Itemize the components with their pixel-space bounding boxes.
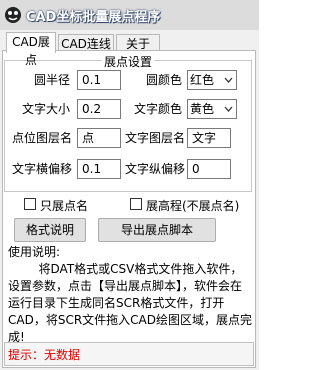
- text-offset-x-label: 文字横偏移: [12, 162, 73, 176]
- text-layer-label: 文字图层名: [125, 131, 186, 145]
- circle-radius-input[interactable]: 0.1: [77, 70, 121, 90]
- only-points-label[interactable]: 只展点名: [40, 197, 88, 214]
- only-points-checkbox[interactable]: [24, 198, 36, 210]
- instructions-body: 将DAT格式或CSV格式文件拖入软件，设置参数，点击【导出展点脚本】，软件会在运…: [8, 262, 252, 344]
- format-help-button[interactable]: 格式说明: [14, 218, 86, 242]
- elevation-label[interactable]: 展高程(不展点名): [146, 197, 239, 214]
- text-offset-y-label: 文字纵偏移: [125, 162, 186, 176]
- instructions-title: 使用说明:: [8, 245, 61, 259]
- text-color-select[interactable]: 黄色: [187, 99, 237, 119]
- chevron-down-icon[interactable]: [221, 100, 235, 118]
- point-layer-input[interactable]: 点: [77, 128, 121, 148]
- chevron-down-icon[interactable]: [221, 71, 235, 89]
- tab-cad-points[interactable]: CAD展点: [6, 32, 56, 67]
- text-color-value: 黄色: [190, 102, 215, 116]
- circle-color-label: 圆颜色: [146, 73, 183, 87]
- window-title: CAD坐标批量展点程序: [26, 10, 161, 25]
- text-size-label: 文字大小: [22, 102, 71, 116]
- circle-radius-label: 圆半径: [34, 73, 71, 87]
- text-offset-y-input[interactable]: 0: [187, 159, 231, 179]
- export-script-button[interactable]: 导出展点脚本: [98, 218, 216, 242]
- circle-color-select[interactable]: 红色: [187, 70, 237, 90]
- instructions: 使用说明: 将DAT格式或CSV格式文件拖入软件，设置参数，点击【导出展点脚本】…: [8, 244, 252, 346]
- elevation-checkbox[interactable]: [130, 198, 142, 210]
- title-bar[interactable]: CAD坐标批量展点程序: [0, 0, 259, 30]
- text-size-input[interactable]: 0.2: [77, 99, 121, 119]
- circle-color-value: 红色: [190, 73, 215, 87]
- text-color-label: 文字颜色: [134, 102, 183, 116]
- app-icon: [5, 7, 21, 23]
- point-layer-label: 点位图层名: [12, 131, 73, 145]
- settings-group-title: 展点设置: [102, 53, 155, 70]
- text-layer-input[interactable]: 文字: [187, 128, 231, 148]
- text-offset-x-input[interactable]: 0.1: [77, 159, 121, 179]
- status-text: 提示：无数据: [8, 348, 81, 362]
